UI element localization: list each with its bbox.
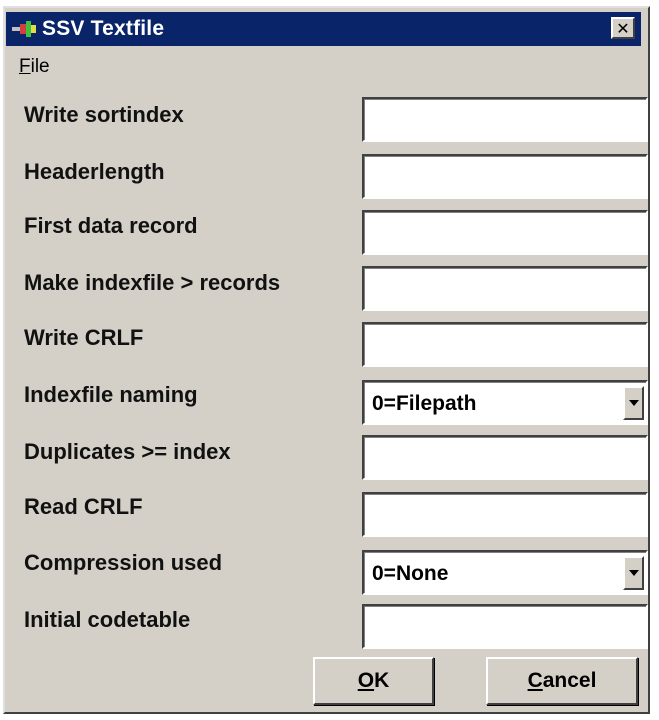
label-compression-used: Compression used xyxy=(24,550,223,575)
first-data-record-input[interactable] xyxy=(362,210,648,255)
indexfile-naming-select[interactable]: 0=Filepath xyxy=(362,380,648,425)
label-write-crlf: Write CRLF xyxy=(24,325,144,350)
duplicates-index-input[interactable] xyxy=(362,435,648,480)
label-duplicates-index: Duplicates >= index xyxy=(24,439,231,464)
read-crlf-input[interactable] xyxy=(362,492,648,537)
label-read-crlf: Read CRLF xyxy=(24,494,143,519)
label-make-indexfile-records: Make indexfile > records xyxy=(24,270,281,295)
app-icon xyxy=(12,19,38,39)
compression-used-dropdown-button[interactable] xyxy=(623,556,644,590)
close-icon: ✕ xyxy=(616,18,630,38)
indexfile-naming-value: 0=Filepath xyxy=(372,392,477,415)
label-initial-codetable: Initial codetable xyxy=(24,607,191,632)
write-sortindex-input[interactable] xyxy=(362,97,648,142)
cancel-button-label: Cancel xyxy=(527,669,597,692)
headerlength-input[interactable] xyxy=(362,154,648,199)
write-crlf-input[interactable] xyxy=(362,322,648,367)
label-headerlength: Headerlength xyxy=(24,159,165,184)
make-indexfile-records-input[interactable] xyxy=(362,266,648,311)
menu-bar: File xyxy=(6,52,641,82)
label-indexfile-naming: Indexfile naming xyxy=(24,382,198,407)
title-bar[interactable]: SSV Textfile ✕ xyxy=(6,12,641,46)
initial-codetable-input[interactable] xyxy=(362,604,648,649)
window-title: SSV Textfile xyxy=(42,17,165,40)
menu-file[interactable]: File xyxy=(19,56,50,78)
label-write-sortindex: Write sortindex xyxy=(24,102,184,127)
compression-used-value: 0=None xyxy=(372,562,449,585)
chevron-down-icon xyxy=(628,400,639,406)
ok-button-label: OK xyxy=(357,669,390,692)
ok-button[interactable]: OK xyxy=(313,657,434,705)
close-button[interactable]: ✕ xyxy=(611,17,635,39)
compression-used-select[interactable]: 0=None xyxy=(362,550,648,595)
label-first-data-record: First data record xyxy=(24,213,198,238)
indexfile-naming-dropdown-button[interactable] xyxy=(623,386,644,420)
chevron-down-icon xyxy=(628,570,639,576)
cancel-button[interactable]: Cancel xyxy=(486,657,638,705)
